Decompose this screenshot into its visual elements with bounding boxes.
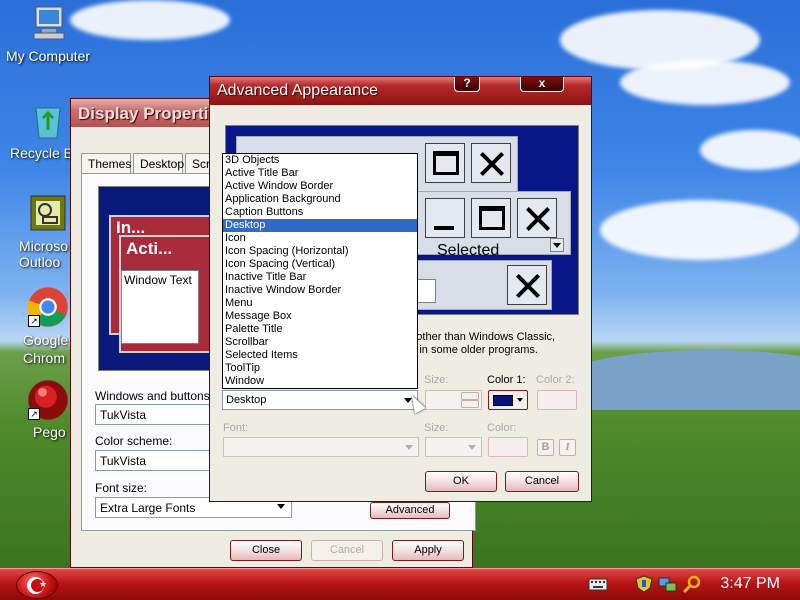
color2-button[interactable] xyxy=(537,390,577,410)
close-icon[interactable]: x xyxy=(520,77,564,92)
chevron-down-icon xyxy=(517,398,523,402)
dropdown-item[interactable]: Active Title Bar xyxy=(223,167,417,180)
item-size-spinner[interactable] xyxy=(425,390,482,410)
dropdown-item[interactable]: Active Window Border xyxy=(223,180,417,193)
font-size-value: Extra Large Fonts xyxy=(100,501,196,515)
shortcut-arrow-icon: ↗ xyxy=(28,315,40,327)
color1-swatch xyxy=(493,395,513,406)
font-color-label: Color: xyxy=(487,422,517,434)
dropdown-item[interactable]: Palette Title xyxy=(223,323,417,336)
preview-active-title: Acti... xyxy=(126,239,173,258)
close-icon xyxy=(507,265,547,305)
font-label: Font: xyxy=(223,422,249,434)
desktop-icon-my-computer[interactable]: My Computer xyxy=(3,3,93,64)
item-select-value: Desktop xyxy=(226,394,267,406)
dropdown-item[interactable]: Icon Spacing (Horizontal) xyxy=(223,245,417,258)
dropdown-item[interactable]: Caption Buttons xyxy=(223,206,417,219)
computer-icon xyxy=(33,6,65,40)
keyboard-icon[interactable] xyxy=(588,575,608,593)
italic-button[interactable]: I xyxy=(559,439,576,456)
recycle-bin-icon xyxy=(35,107,61,139)
dropdown-item[interactable]: Icon xyxy=(223,232,417,245)
dropdown-item[interactable]: Desktop xyxy=(223,219,417,232)
star-icon: ★ xyxy=(39,579,48,589)
start-button[interactable]: ★ xyxy=(16,571,58,599)
scroll-down-icon xyxy=(550,238,564,252)
font-size-label: Font size: xyxy=(95,481,148,495)
help-button[interactable]: ? xyxy=(454,77,480,92)
desktop-icon-label: Microso Outloo xyxy=(19,238,69,270)
dropdown-item[interactable]: Message Box xyxy=(223,310,417,323)
preview-selected-text: Selected xyxy=(437,242,500,259)
apply-button[interactable]: Apply xyxy=(392,540,464,561)
dropdown-item[interactable]: Inactive Title Bar xyxy=(223,271,417,284)
tab-themes[interactable]: Themes xyxy=(81,153,131,173)
color2-label: Color 2: xyxy=(536,374,575,386)
chevron-down-icon xyxy=(468,445,476,450)
close-icon xyxy=(517,198,557,238)
dropdown-item[interactable]: ToolTip xyxy=(223,362,417,375)
font-color-button[interactable] xyxy=(488,437,528,457)
dropdown-item[interactable]: Menu xyxy=(223,297,417,310)
color-scheme-label: Color scheme: xyxy=(95,434,173,448)
dropdown-item[interactable]: Window xyxy=(223,375,417,388)
dropdown-item[interactable]: 3D Objects xyxy=(223,154,417,167)
font-select[interactable] xyxy=(223,437,419,457)
ok-button[interactable]: OK xyxy=(425,471,497,492)
cancel-button[interactable]: Cancel xyxy=(311,540,383,561)
taskbar: ★ 3:47 PM xyxy=(0,568,800,600)
dropdown-item[interactable]: Application Background xyxy=(223,193,417,206)
close-button[interactable]: Close xyxy=(230,540,302,561)
maximize-icon xyxy=(425,143,465,183)
dropdown-item[interactable]: Selected Items xyxy=(223,349,417,362)
dropdown-item[interactable]: Icon Spacing (Vertical) xyxy=(223,258,417,271)
color1-button[interactable] xyxy=(488,390,528,410)
chevron-down-icon xyxy=(405,445,413,450)
spin-down-icon[interactable] xyxy=(461,400,479,408)
note-line-2: ept in some older programs. xyxy=(401,344,538,356)
dropdown-item[interactable]: Inactive Window Border xyxy=(223,284,417,297)
spin-up-icon[interactable] xyxy=(461,392,479,400)
shortcut-arrow-icon: ↗ xyxy=(28,408,40,420)
dropdown-item[interactable]: Scrollbar xyxy=(223,336,417,349)
clock[interactable]: 3:47 PM xyxy=(720,575,780,593)
tab-desktop[interactable]: Desktop xyxy=(133,153,184,173)
preview-window-text: Window Text xyxy=(121,270,199,344)
note-line-1: ng other than Windows Classic, xyxy=(401,331,556,343)
font-size-select[interactable] xyxy=(425,437,482,457)
security-shield-icon[interactable] xyxy=(634,575,654,593)
chevron-down-icon xyxy=(277,504,285,509)
windows-buttons-label: Windows and buttons: xyxy=(95,389,214,403)
item-dropdown-list[interactable]: 3D Objects Active Title Bar Active Window … xyxy=(222,153,418,389)
search-icon[interactable] xyxy=(682,575,702,593)
desktop-icon-label: My Computer xyxy=(5,48,91,64)
advanced-button[interactable]: Advanced xyxy=(370,502,450,519)
desktop-icon-label: Google Chrom xyxy=(23,332,69,366)
bold-button[interactable]: B xyxy=(537,439,554,456)
item-select[interactable]: Desktop xyxy=(222,390,418,410)
cancel-button[interactable]: Cancel xyxy=(505,471,579,492)
preview-active-window: Selected xyxy=(416,191,571,259)
color1-label: Color 1: xyxy=(487,374,526,386)
maximize-icon xyxy=(471,198,511,238)
outlook-icon xyxy=(30,195,66,231)
network-icon[interactable] xyxy=(658,575,678,593)
item-size-label: Size: xyxy=(424,374,449,386)
close-icon xyxy=(471,143,511,183)
minimize-icon xyxy=(425,198,465,238)
font-size-label: Size: xyxy=(424,422,449,434)
